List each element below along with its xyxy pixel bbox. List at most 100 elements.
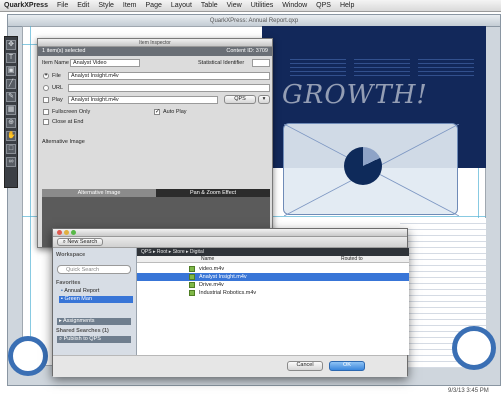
text-column (354, 56, 410, 76)
new-search-button[interactable]: ⌕ New Search (57, 238, 103, 246)
close-at-end-label: Close at End (52, 119, 84, 125)
fullscreen-label: Fullscreen Only (52, 109, 91, 115)
text-tool-icon[interactable]: T (6, 53, 16, 63)
file-row[interactable]: video.m4v (137, 265, 409, 273)
item-name-field[interactable]: Analyst Video (70, 59, 140, 67)
pen-tool-icon[interactable]: ✎ (6, 92, 16, 102)
content-id: Content ID: 3709 (226, 48, 268, 54)
page-ornament-right (452, 326, 496, 370)
sidebar-item-green-man[interactable]: ▪ Green Man (59, 296, 133, 303)
selection-count: 1 item(s) selected (42, 48, 86, 54)
palette-tabs: Alternative Image Pan & Zoom Effect (42, 189, 270, 197)
palette-title[interactable]: Item Inspector (38, 39, 272, 47)
file-row-selected[interactable]: Analyst Insight.m4v (137, 273, 409, 281)
qps-button[interactable]: QPS (224, 95, 256, 104)
play-field[interactable]: Analyst Insight.m4v (68, 96, 218, 104)
video-file-icon (189, 274, 195, 280)
menu-view[interactable]: View (227, 2, 242, 9)
url-label: URL (52, 85, 64, 91)
folder-icon: ▪ (61, 288, 63, 294)
guide-line (30, 26, 31, 366)
file-name: Analyst Insight.m4v (199, 274, 247, 280)
ok-button[interactable]: OK (329, 361, 365, 371)
file-browser: QPS ▸ Root ▸ Store ▸ Digital Name Routed… (137, 248, 409, 355)
file-name: video.m4v (199, 266, 225, 272)
tab-alternative-image[interactable]: Alternative Image (42, 189, 156, 197)
statistical-identifier-label: Statistical Identifier (198, 60, 245, 66)
file-row[interactable]: Industrial Robotics.m4v (137, 289, 409, 297)
autoplay-label: Auto Play (163, 109, 187, 115)
folder-icon: ▪ (61, 296, 63, 302)
statistical-identifier-field[interactable] (252, 59, 270, 67)
assignments-icon: ▸ (59, 318, 62, 324)
menu-page[interactable]: Page (146, 2, 162, 9)
dialog-titlebar (53, 229, 407, 237)
menu-item[interactable]: Item (123, 2, 137, 9)
menu-edit[interactable]: Edit (77, 2, 89, 9)
shared-searches-heading: Shared Searches (1) (56, 328, 109, 334)
file-label: File (52, 73, 61, 79)
link-tool-icon[interactable]: ∞ (6, 157, 16, 167)
text-column (418, 56, 474, 76)
sidebar-item-label: Green Man (64, 296, 92, 302)
sidebar-item-annual-report[interactable]: ▪ Annual Report (59, 288, 99, 295)
item-name-label: Item Name (42, 60, 69, 66)
dialog-toolbar: ⌕ New Search (53, 237, 407, 248)
file-name: Industrial Robotics.m4v (199, 290, 257, 296)
tools-palette: ✥ T ▣ ╱ ✎ ▦ ⊕ ✋ □ ∞ (4, 36, 18, 188)
tab-pan-zoom-effect[interactable]: Pan & Zoom Effect (156, 189, 270, 197)
qps-dropdown-chevron-icon[interactable]: ▾ (258, 95, 270, 104)
line-tool-icon[interactable]: ╱ (6, 79, 16, 89)
menu-utilities[interactable]: Utilities (251, 2, 274, 9)
text-column (290, 56, 346, 76)
menu-app-name[interactable]: QuarkXPress (4, 2, 48, 9)
video-file-icon (189, 282, 195, 288)
search-folder-icon: ⌕ (59, 336, 63, 342)
menu-table[interactable]: Table (201, 2, 218, 9)
menu-qps[interactable]: QPS (316, 2, 331, 9)
file-radio[interactable]: • (43, 73, 49, 79)
new-search-label: New Search (67, 239, 98, 245)
column-header-name[interactable]: Name (201, 256, 214, 263)
dialog-sidebar: Workspace Quick Search Favorites ▪ Annua… (53, 248, 137, 355)
sidebar-item-label: Publish to QPS (63, 336, 101, 342)
sidebar-item-label: Annual Report (64, 288, 100, 294)
path-bar[interactable]: QPS ▸ Root ▸ Store ▸ Digital (137, 248, 409, 256)
alternative-image-label: Alternative Image (42, 139, 85, 145)
file-name: Drive.m4v (199, 282, 224, 288)
url-radio[interactable] (43, 85, 49, 91)
play-checkbox[interactable] (43, 97, 49, 103)
rectangle-tool-icon[interactable]: □ (6, 144, 16, 154)
pie-graphic (344, 147, 382, 185)
minimize-window-icon[interactable] (64, 230, 69, 235)
menu-help[interactable]: Help (340, 2, 354, 9)
picture-tool-icon[interactable]: ▣ (6, 66, 16, 76)
close-at-end-checkbox[interactable] (43, 119, 49, 125)
sidebar-item-publish-to-qps[interactable]: ⌕ Publish to QPS (57, 336, 131, 343)
menu-layout[interactable]: Layout (171, 2, 192, 9)
cancel-button[interactable]: Cancel (287, 361, 323, 371)
fullscreen-checkbox[interactable] (43, 109, 49, 115)
sidebar-item-assignments[interactable]: ▸ Assignments (57, 318, 131, 325)
clock-readout: 9/3/13 3:45 PM (448, 388, 489, 394)
open-file-dialog: ⌕ New Search Workspace Quick Search Favo… (52, 228, 409, 377)
file-field[interactable]: Analyst Insight.m4v (68, 72, 270, 80)
column-header-routed-to[interactable]: Routed to (341, 256, 363, 263)
zoom-tool-icon[interactable]: ⊕ (6, 118, 16, 128)
menu-window[interactable]: Window (282, 2, 307, 9)
zoom-window-icon[interactable] (71, 230, 76, 235)
move-tool-icon[interactable]: ✥ (6, 40, 16, 50)
menu-file[interactable]: File (57, 2, 68, 9)
menu-style[interactable]: Style (98, 2, 114, 9)
sidebar-item-label: Assignments (63, 318, 95, 324)
favorites-heading: Favorites (56, 280, 81, 286)
palette-header: 1 item(s) selected Content ID: 3709 (38, 47, 272, 56)
autoplay-checkbox[interactable]: ✓ (154, 109, 160, 115)
close-window-icon[interactable] (57, 230, 62, 235)
file-row[interactable]: Drive.m4v (137, 281, 409, 289)
hand-tool-icon[interactable]: ✋ (6, 131, 16, 141)
video-file-icon (189, 290, 195, 296)
table-tool-icon[interactable]: ▦ (6, 105, 16, 115)
url-field[interactable] (68, 84, 270, 92)
quick-search-input[interactable]: Quick Search (57, 265, 131, 274)
